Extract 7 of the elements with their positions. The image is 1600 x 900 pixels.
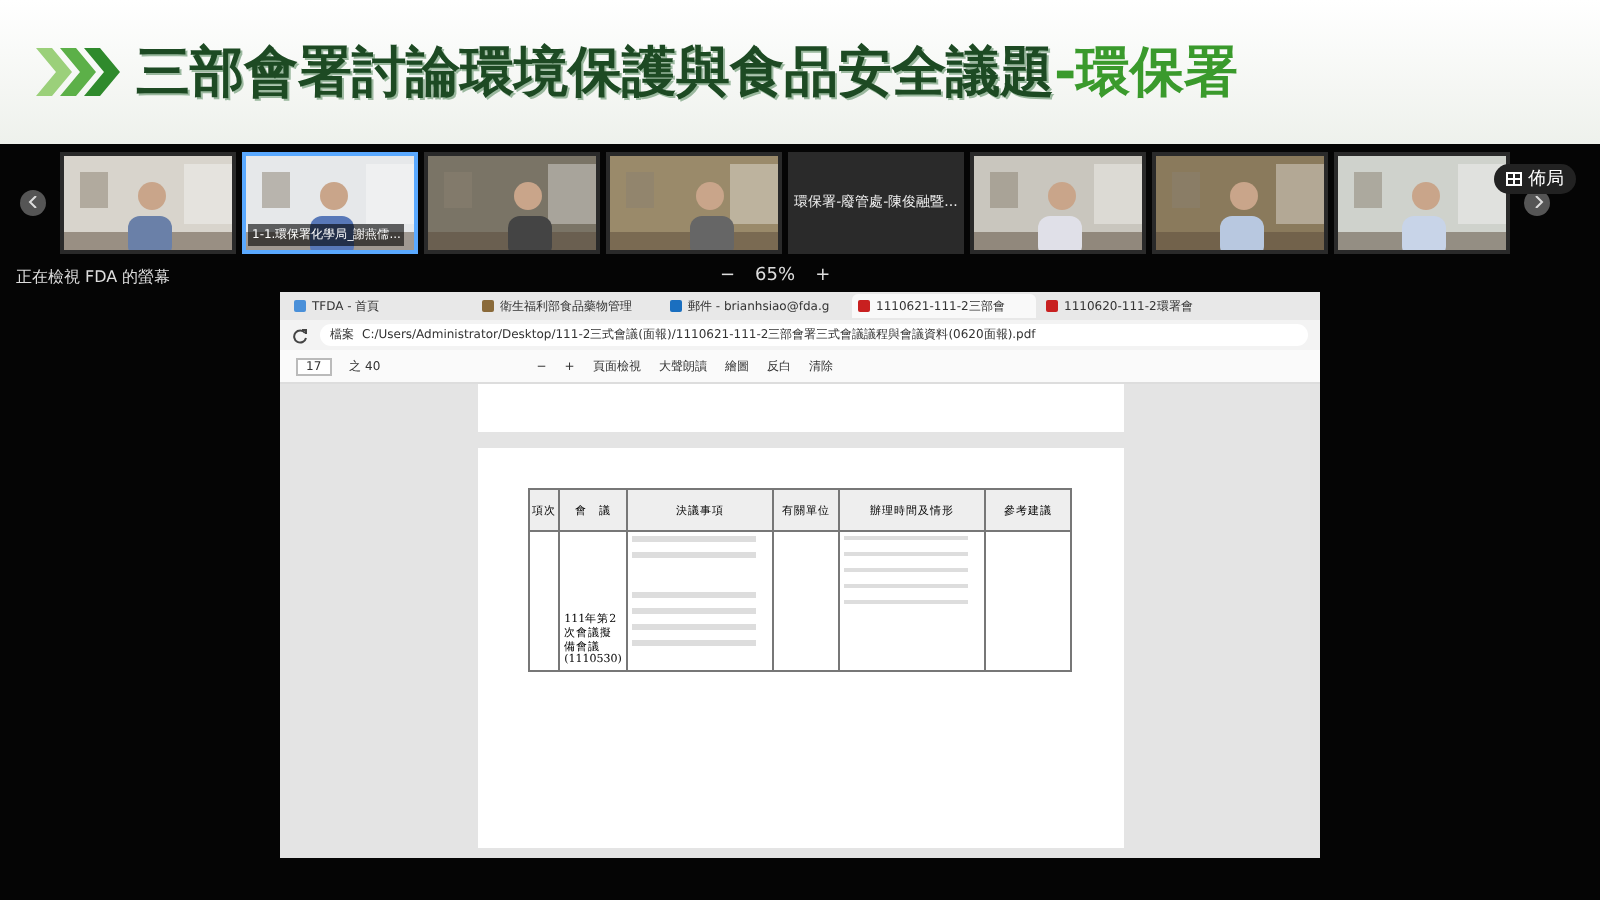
- banner-source: -環保署: [1054, 40, 1239, 108]
- sharing-label: 正在檢視 FDA 的螢幕: [16, 265, 171, 287]
- banner-title: 三部會署討論環境保護與食品安全議題: [136, 40, 1054, 108]
- layout-button[interactable]: 佈局: [1494, 164, 1576, 194]
- zoom-level: 65%: [755, 266, 796, 286]
- zoom-in-button[interactable]: +: [815, 266, 831, 286]
- zoom-out-button[interactable]: −: [720, 266, 736, 286]
